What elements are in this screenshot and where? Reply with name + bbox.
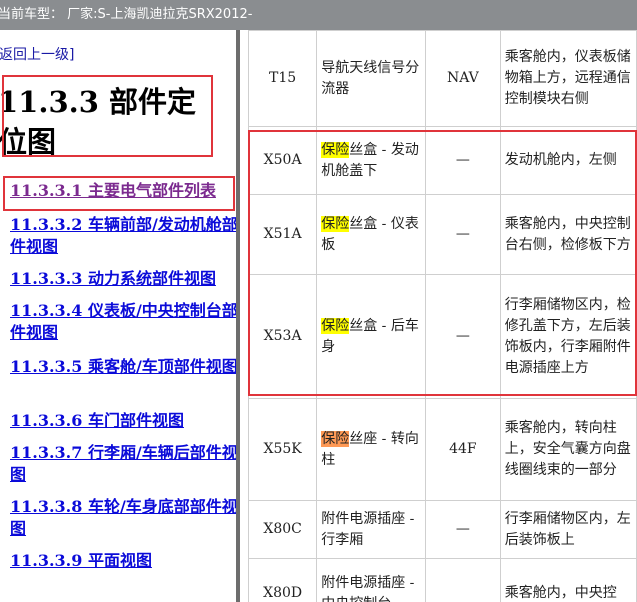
- connector-id: —: [425, 500, 501, 559]
- nav-link-11-3-3-8[interactable]: 11.3.3.8 车轮/车身底部部件视图: [10, 496, 236, 540]
- connector-id: [425, 558, 501, 602]
- component-code: T15: [247, 30, 318, 127]
- component-location: 行李厢储物区内，左后装饰板上: [499, 500, 637, 559]
- highlight-box-nav: [3, 176, 235, 211]
- component-code: X51A: [247, 194, 318, 275]
- search-highlight-current: 保险: [321, 430, 350, 447]
- component-code: X50A: [247, 126, 318, 195]
- nav-link-11-3-3-9[interactable]: 11.3.3.9 平面视图: [10, 550, 236, 572]
- table-row: X80D 附件电源插座 - 中央控制台 乘客舱内，中央控: [247, 558, 637, 602]
- connector-id: —: [425, 274, 501, 399]
- nav-link-11-3-3-5[interactable]: 11.3.3.5 乘客舱/车顶部件视图: [10, 356, 236, 378]
- vehicle-model-bar: 当前车型： 厂家:S-上海凯迪拉克SRX2012-: [0, 0, 637, 30]
- component-name: 导航天线信号分流器: [316, 30, 426, 127]
- component-name: 保险丝盒 - 发动机舱盖下: [316, 126, 426, 195]
- nav-link-11-3-3-2[interactable]: 11.3.3.2 车辆前部/发动机舱部件视图: [10, 214, 236, 258]
- nav-link-11-3-3-6[interactable]: 11.3.3.6 车门部件视图: [10, 410, 236, 432]
- component-location: 发动机舱内，左侧: [499, 126, 637, 195]
- table-row: X55K 保险丝座 - 转向柱 44F 乘客舱内，转向柱上，安全气囊方向盘线圈线…: [247, 398, 637, 501]
- connector-id: NAV: [425, 30, 501, 127]
- search-highlight: 保险: [321, 215, 350, 232]
- nav-link-11-3-3-4[interactable]: 11.3.3.4 仪表板/中央控制台部件视图: [10, 300, 236, 344]
- table-row: X53A 保险丝盒 - 后车身 — 行李厢储物区内，检修孔盖下方，左后装饰板内，…: [247, 274, 637, 399]
- connector-id: —: [425, 126, 501, 195]
- highlight-box-title: [2, 75, 213, 157]
- component-name: 保险丝座 - 转向柱: [316, 398, 426, 501]
- component-location: 乘客舱内，中央控: [499, 558, 637, 602]
- component-code: X55K: [247, 398, 318, 501]
- content-pane: T15 导航天线信号分流器 NAV 乘客舱内，仪表板储物箱上方，远程通信控制模块…: [240, 30, 637, 602]
- component-table: T15 导航天线信号分流器 NAV 乘客舱内，仪表板储物箱上方，远程通信控制模块…: [247, 30, 637, 602]
- component-code: X80C: [247, 500, 318, 559]
- left-nav-pane: 返回上一级] 11.3.3 部件定位图 11.3.3.1 主要电气部件列表 11…: [0, 30, 236, 602]
- component-location: 乘客舱内，转向柱上，安全气囊方向盘线圈线束的一部分: [499, 398, 637, 501]
- vehicle-model-text: 当前车型： 厂家:S-上海凯迪拉克SRX2012-: [0, 7, 253, 22]
- table-row: X80C 附件电源插座 - 行李厢 — 行李厢储物区内，左后装饰板上: [247, 500, 637, 559]
- component-code: X53A: [247, 274, 318, 399]
- table-row: X51A 保险丝盒 - 仪表板 — 乘客舱内，中央控制台右侧，检修板下方: [247, 194, 637, 275]
- component-code: X80D: [247, 558, 318, 602]
- component-location: 乘客舱内，中央控制台右侧，检修板下方: [499, 194, 637, 275]
- nav-link-11-3-3-7[interactable]: 11.3.3.7 行李厢/车辆后部件视图: [10, 442, 236, 486]
- back-link[interactable]: 返回上一级]: [0, 44, 74, 64]
- connector-id: —: [425, 194, 501, 275]
- component-name: 保险丝盒 - 仪表板: [316, 194, 426, 275]
- table-row: X50A 保险丝盒 - 发动机舱盖下 — 发动机舱内，左侧: [247, 126, 637, 195]
- search-highlight: 保险: [321, 141, 350, 158]
- component-name: 保险丝盒 - 后车身: [316, 274, 426, 399]
- component-location: 行李厢储物区内，检修孔盖下方，左后装饰板内，行李厢附件电源插座上方: [499, 274, 637, 399]
- search-highlight: 保险: [321, 317, 350, 334]
- component-name: 附件电源插座 - 行李厢: [316, 500, 426, 559]
- table-row: T15 导航天线信号分流器 NAV 乘客舱内，仪表板储物箱上方，远程通信控制模块…: [247, 30, 637, 127]
- component-name: 附件电源插座 - 中央控制台: [316, 558, 426, 602]
- component-location: 乘客舱内，仪表板储物箱上方，远程通信控制模块右侧: [499, 30, 637, 127]
- connector-id: 44F: [425, 398, 501, 501]
- nav-link-11-3-3-3[interactable]: 11.3.3.3 动力系统部件视图: [10, 268, 236, 290]
